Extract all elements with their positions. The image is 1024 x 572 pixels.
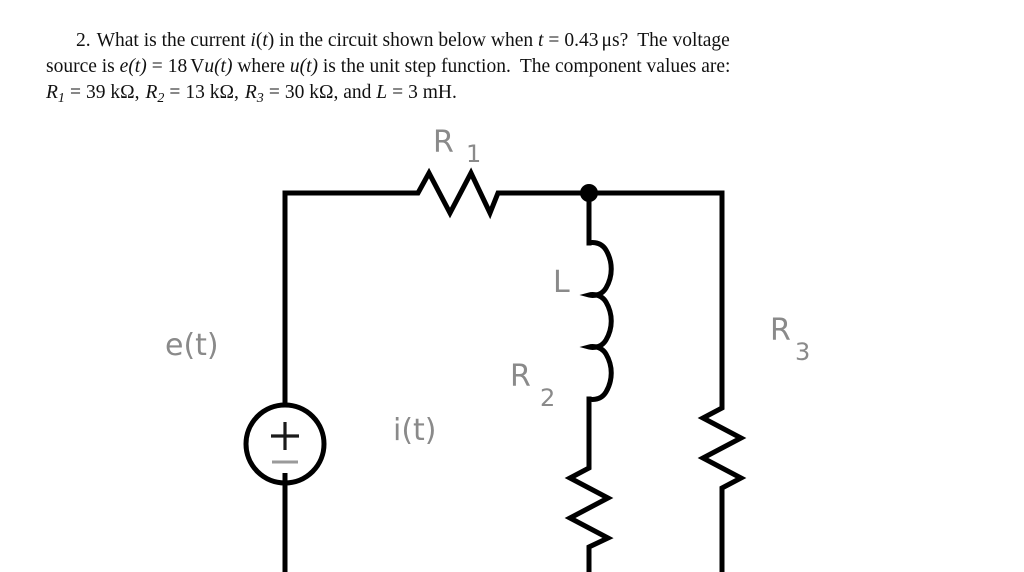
problem-line2-text4: The component values are: [519,56,731,77]
inductor-symbol [579,240,614,402]
equals-r3: = [268,82,280,103]
problem-line1-text2: in the circuit shown below when [274,30,538,51]
symbol-u-arg: (t) [214,56,233,77]
label-source: e(t) [165,328,219,363]
symbol-u-2: u [289,56,300,77]
problem-number: 2. [76,30,91,51]
component-r1-value: 39 kΩ [85,82,135,103]
problem-line2-text2: where [232,56,290,77]
problem-line2-text1: source is [46,56,120,77]
equals-r1: = [69,82,81,103]
label-r1-subscript: 1 [466,140,481,168]
resistor-r1-symbol [407,167,592,220]
equals-1: = [548,30,560,51]
time-value: 0.43 [564,30,599,51]
component-l-value: 3 mH [408,82,452,103]
component-r2-value: 13 kΩ [185,82,234,103]
period-end: . [451,82,457,103]
circuit-diagram: R 1 L R 2 R 3 e(t) i(t) [0,110,1024,572]
amplitude-unit: V [190,56,205,77]
amplitude-value: 18 [167,56,188,77]
component-r1-subscript: 1 [57,89,65,106]
problem-line2-text3: is the unit step function. [318,56,511,77]
symbol-u: u [204,56,215,77]
resistor-r3-symbol [697,402,747,572]
problem-line1-text3: The voltage [637,30,730,51]
resistor-r2-symbol [564,462,614,572]
label-r1-base: R [433,125,454,160]
symbol-u2-arg: (t) [299,56,319,77]
component-r3-value: 30 kΩ [284,82,334,103]
equals-2: = [151,56,163,77]
comma-3: , and [333,82,377,103]
question-mark: ? [619,30,629,51]
problem-line-3: R1 = 39 kΩ, R2 = 13 kΩ, R3 = 30 kΩ, and L = 3 mH. [46,80,942,111]
label-r3-base: R [770,313,791,348]
component-r3-subscript: 3 [256,89,264,106]
component-l-symbol: L [376,82,388,103]
component-r3-symbol: R [244,82,257,103]
label-r3-subscript: 3 [795,338,810,366]
equals-l: = [392,82,404,103]
time-unit: μs [601,30,620,51]
label-r2-base: R [510,359,531,394]
comma-2: , [234,82,239,103]
symbol-e-arg: (t) [128,56,147,77]
problem-line-2: source is e(t) = 18 Vu(t) where u(t) is the… [46,54,942,80]
component-r2-symbol: R [145,82,158,103]
comma-1: , [134,82,140,103]
circuit-svg: R 1 L R 2 R 3 e(t) i(t) [165,125,810,572]
label-inductor: L [553,265,570,300]
symbol-e: e [119,56,129,77]
junction-node-top [580,184,598,202]
problem-line1-text1: What is the current [96,30,251,51]
equals-r2: = [169,82,181,103]
component-r1-symbol: R [46,82,58,103]
problem-statement: 2. What is the current i(t) in the circui… [46,28,942,111]
label-r2-subscript: 2 [540,384,555,412]
label-current: i(t) [393,413,437,448]
problem-line-1: 2. What is the current i(t) in the circui… [46,28,942,54]
